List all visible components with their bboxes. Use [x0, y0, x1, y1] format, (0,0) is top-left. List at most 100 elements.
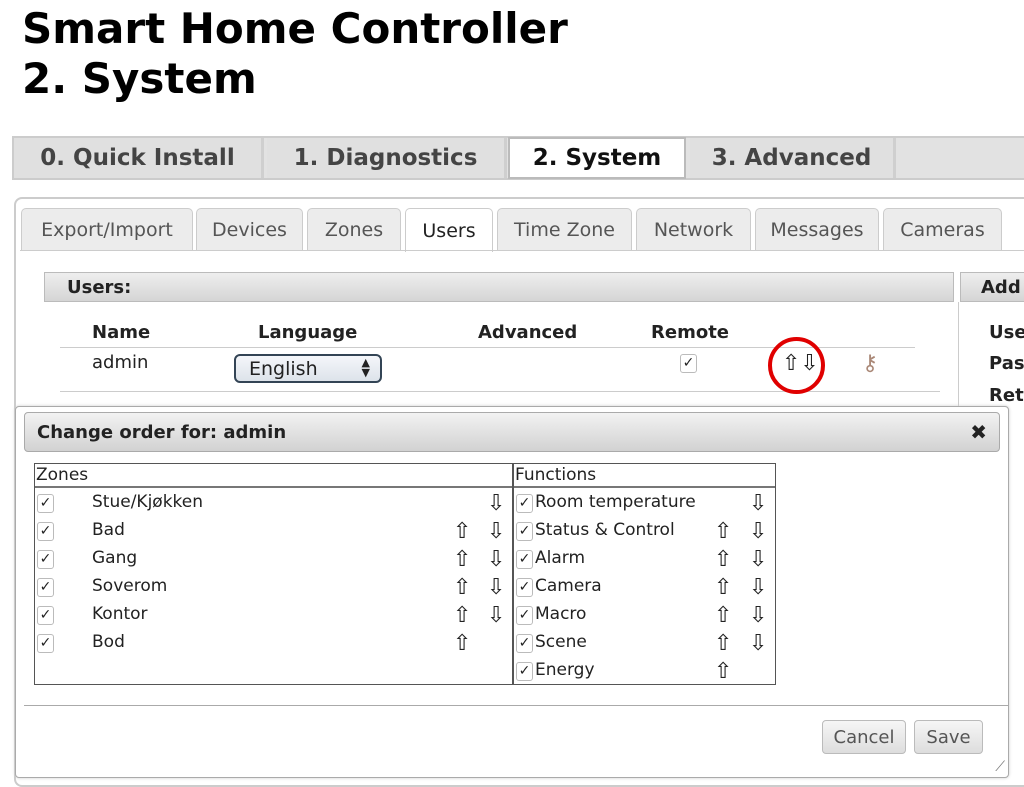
- col-name: Name: [92, 322, 151, 343]
- item-checkbox[interactable]: ✓: [516, 494, 533, 513]
- item-checkbox[interactable]: ✓: [516, 550, 533, 569]
- move-up-icon[interactable]: ⇧: [714, 604, 732, 628]
- col-remote: Remote: [651, 322, 730, 343]
- dialog-header: Change order for: admin ✖: [24, 412, 1000, 452]
- move-up-icon[interactable]: ⇧: [453, 576, 471, 600]
- select-arrows-icon: ▲ ▼: [361, 356, 370, 379]
- order-item: ✓ Soverom ⇧ ⇩: [35, 574, 512, 602]
- item-label: Bod: [92, 632, 125, 652]
- subtab-cameras[interactable]: Cameras: [883, 208, 1002, 251]
- subtab-divider: [20, 250, 1024, 251]
- item-checkbox[interactable]: ✓: [37, 578, 54, 597]
- tab-advanced[interactable]: 3. Advanced: [690, 138, 896, 178]
- move-down-icon[interactable]: ⇩: [749, 632, 767, 656]
- item-checkbox[interactable]: ✓: [37, 634, 54, 653]
- divider: [958, 302, 959, 412]
- users-section-header: Users:: [44, 272, 954, 302]
- item-label: Stue/Kjøkken: [92, 492, 204, 512]
- order-item: ✓ Status & Control ⇧ ⇩: [514, 518, 775, 546]
- move-down-icon[interactable]: ⇩: [749, 576, 767, 600]
- item-checkbox[interactable]: ✓: [516, 522, 533, 541]
- item-label: Scene: [535, 632, 587, 652]
- subtab-messages[interactable]: Messages: [755, 208, 879, 251]
- move-down-icon[interactable]: ⇩: [487, 576, 505, 600]
- add-label-password: Pas: [989, 353, 1024, 374]
- change-order-dialog: Change order for: admin ✖ Zones ✓ Stue/Kj…: [15, 406, 1009, 778]
- move-up-icon[interactable]: ⇧: [714, 632, 732, 656]
- order-item: ✓ Gang ⇧ ⇩: [35, 546, 512, 574]
- add-label-retype: Ret: [989, 385, 1024, 406]
- move-down-icon[interactable]: ⇩: [749, 492, 767, 516]
- tab-quick-install[interactable]: 0. Quick Install: [14, 138, 264, 178]
- remote-checkbox[interactable]: ✓: [680, 354, 697, 373]
- move-down-icon[interactable]: ⇩: [749, 520, 767, 544]
- item-label: Bad: [92, 520, 125, 540]
- move-up-icon[interactable]: ⇧: [714, 548, 732, 572]
- order-item: ✓ Scene ⇧ ⇩: [514, 630, 775, 658]
- key-icon[interactable]: ⚷: [862, 351, 878, 376]
- add-label-user: Use: [989, 322, 1024, 343]
- move-up-icon[interactable]: ⇧: [714, 660, 732, 684]
- item-label: Room temperature: [535, 492, 696, 512]
- move-down-icon[interactable]: ⇩: [749, 548, 767, 572]
- close-icon[interactable]: ✖: [970, 420, 987, 444]
- order-item: ✓ Bod ⇧: [35, 630, 512, 658]
- col-advanced: Advanced: [478, 322, 578, 343]
- move-up-icon[interactable]: ⇧: [453, 632, 471, 656]
- page-title: 2. System: [22, 54, 257, 103]
- order-item: ✓ Bad ⇧ ⇩: [35, 518, 512, 546]
- item-checkbox[interactable]: ✓: [37, 550, 54, 569]
- item-checkbox[interactable]: ✓: [37, 522, 54, 541]
- move-up-icon[interactable]: ⇧: [453, 520, 471, 544]
- item-checkbox[interactable]: ✓: [37, 494, 54, 513]
- move-up-icon[interactable]: ⇧: [453, 604, 471, 628]
- divider: [24, 705, 1008, 706]
- item-label: Status & Control: [535, 520, 675, 540]
- item-checkbox[interactable]: ✓: [516, 634, 533, 653]
- col-language: Language: [258, 322, 358, 343]
- item-checkbox[interactable]: ✓: [516, 578, 533, 597]
- item-label: Camera: [535, 576, 602, 596]
- move-down-icon[interactable]: ⇩: [487, 604, 505, 628]
- item-label: Energy: [535, 660, 595, 680]
- subtab-devices[interactable]: Devices: [196, 208, 303, 251]
- move-down-icon[interactable]: ⇩: [749, 604, 767, 628]
- subtab-network[interactable]: Network: [636, 208, 751, 251]
- up-down-arrows-icon[interactable]: ⇧⇩: [782, 351, 819, 376]
- tab-system[interactable]: 2. System: [508, 137, 686, 179]
- tab-diagnostics[interactable]: 1. Diagnostics: [267, 138, 507, 178]
- order-item: ✓ Stue/Kjøkken ⇩: [35, 490, 512, 518]
- order-item: ✓ Macro ⇧ ⇩: [514, 602, 775, 630]
- save-button[interactable]: Save: [914, 720, 983, 754]
- subtab-time-zone[interactable]: Time Zone: [497, 208, 632, 251]
- item-label: Gang: [92, 548, 138, 568]
- item-label: Macro: [535, 604, 587, 624]
- add-user-header: Add: [960, 272, 1024, 302]
- main-tabs: 0. Quick Install 1. Diagnostics 2. Syste…: [12, 136, 1024, 180]
- move-down-icon[interactable]: ⇩: [487, 548, 505, 572]
- move-down-icon[interactable]: ⇩: [487, 520, 505, 544]
- item-checkbox[interactable]: ✓: [37, 606, 54, 625]
- subtab-users[interactable]: Users: [405, 208, 493, 252]
- cancel-button[interactable]: Cancel: [822, 720, 906, 754]
- move-up-icon[interactable]: ⇧: [714, 520, 732, 544]
- item-label: Kontor: [92, 604, 148, 624]
- subtab-export-import[interactable]: Export/Import: [21, 208, 193, 251]
- item-label: Soverom: [92, 576, 168, 596]
- move-up-icon[interactable]: ⇧: [453, 548, 471, 572]
- item-checkbox[interactable]: ✓: [516, 606, 533, 625]
- language-value: English: [249, 358, 318, 380]
- order-item: ✓ Energy ⇧: [514, 658, 775, 686]
- language-select[interactable]: English ▲ ▼: [234, 354, 382, 383]
- move-up-icon[interactable]: ⇧: [714, 576, 732, 600]
- functions-list: Functions ✓ Room temperature ⇩ ✓ Status &…: [513, 463, 776, 685]
- resize-handle-icon[interactable]: ⟋: [995, 759, 1005, 775]
- functions-header: Functions: [514, 464, 775, 488]
- dialog-title: Change order for: admin: [37, 422, 287, 443]
- move-down-icon[interactable]: ⇩: [487, 492, 505, 516]
- app-title: Smart Home Controller: [22, 4, 568, 53]
- user-name: admin: [92, 352, 149, 373]
- order-item: ✓ Alarm ⇧ ⇩: [514, 546, 775, 574]
- item-checkbox[interactable]: ✓: [516, 662, 533, 681]
- subtab-zones[interactable]: Zones: [307, 208, 401, 251]
